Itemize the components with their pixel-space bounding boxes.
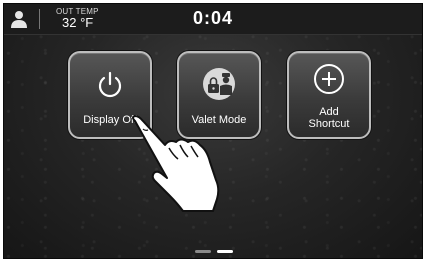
home-screen: OUT TEMP 32 °F 0:04 Display Off Valet Mo…: [3, 3, 423, 259]
page-indicator: [4, 250, 422, 254]
display-off-label: Display Off: [83, 114, 137, 126]
status-bar: OUT TEMP 32 °F 0:04: [4, 4, 422, 35]
page-dot-1[interactable]: [195, 250, 211, 253]
valet-mode-label: Valet Mode: [191, 114, 247, 126]
add-shortcut-label-line1: Add: [319, 106, 339, 118]
valet-mode-button[interactable]: Valet Mode: [177, 51, 261, 139]
power-icon: [98, 71, 122, 98]
add-shortcut-button[interactable]: Add Shortcut: [287, 51, 371, 139]
clock: 0:04: [192, 8, 234, 28]
valet-icon: [203, 68, 235, 100]
page-dot-2-active[interactable]: [217, 250, 233, 253]
display-off-button[interactable]: Display Off: [68, 51, 152, 139]
add-shortcut-icon: [314, 64, 344, 94]
add-shortcut-label-line2: Shortcut: [308, 118, 350, 130]
add-shortcut-label: Add Shortcut: [289, 106, 369, 130]
